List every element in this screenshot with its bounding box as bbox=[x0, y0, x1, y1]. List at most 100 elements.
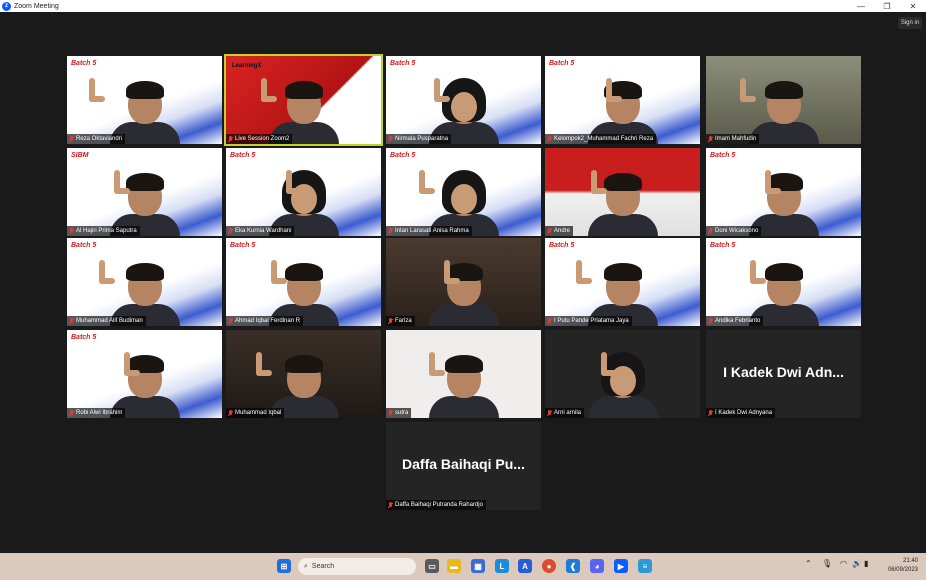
maximize-button[interactable]: ❐ bbox=[874, 0, 900, 12]
participant-name-bar: Imam Mahfudin bbox=[706, 134, 760, 144]
participant-tile[interactable]: I Kadek Dwi Adn... I Kadek Dwi Adnyana bbox=[706, 330, 861, 418]
background-label: Batch 5 bbox=[549, 242, 575, 249]
mic-muted-icon bbox=[547, 136, 552, 142]
participant-tile[interactable]: Muhammad Iqbal bbox=[226, 330, 381, 418]
participant-name-bar: I Kadek Dwi Adnyana bbox=[706, 408, 776, 418]
minimize-button[interactable]: — bbox=[848, 0, 874, 12]
app-l-icon[interactable]: L bbox=[495, 559, 509, 573]
participant-video bbox=[587, 352, 658, 418]
clock-time: 21:40 bbox=[902, 558, 918, 564]
background-label: Batch 5 bbox=[710, 242, 736, 249]
participant-name-bar: Nirmala Pusparatna bbox=[386, 134, 452, 144]
hand-gesture bbox=[444, 260, 460, 284]
participant-tile[interactable]: Batch 5 Eka Kurnia Wardhani bbox=[226, 148, 381, 236]
participant-tile[interactable]: Batch 5 Andika Febrianto bbox=[706, 238, 861, 326]
mic-muted-icon bbox=[708, 136, 713, 142]
participant-tile[interactable]: Batch 5 I Putu Pande Prlatama Jaya bbox=[545, 238, 700, 326]
participant-name: Eka Kurnia Wardhani bbox=[235, 228, 292, 234]
hand-gesture bbox=[434, 78, 450, 102]
participant-tile[interactable]: sutra bbox=[386, 330, 541, 418]
participant-tile[interactable]: Batch 5 Ahmad Iqbal Ferdinan R bbox=[226, 238, 381, 326]
battery-icon[interactable]: ▮ bbox=[864, 559, 868, 568]
hand-gesture bbox=[576, 260, 592, 284]
background-label: Batch 5 bbox=[390, 152, 416, 159]
hand-gesture bbox=[591, 170, 607, 194]
participant-tile[interactable]: Daffa Baihaqi Pu... Daffa Baihaqi Putrand… bbox=[386, 422, 541, 510]
mic-muted-icon bbox=[69, 136, 74, 142]
mic-muted-icon bbox=[228, 228, 233, 234]
search-icon: ⌕ bbox=[304, 562, 308, 570]
participant-name: Ahmad Iqbal Ferdinan R bbox=[235, 318, 301, 324]
mic-muted-icon bbox=[708, 410, 713, 416]
participant-tile[interactable]: Batch 5 Doni Wicaksono bbox=[706, 148, 861, 236]
participant-tile[interactable]: Batch 5 Muhammad Alif Budiman bbox=[67, 238, 222, 326]
participant-name: I Kadek Dwi Adnyana bbox=[715, 410, 773, 416]
zoom-taskbar-icon[interactable]: ▶ bbox=[614, 559, 628, 573]
discord-icon[interactable]: ◕ bbox=[590, 559, 604, 573]
participant-tile[interactable]: SIBM Al Hajiri Prima Saputra bbox=[67, 148, 222, 236]
participant-name-bar: Kelompok2_Muhammad Fachri Reza bbox=[545, 134, 657, 144]
participant-name: Reza Oktaviandri bbox=[76, 136, 123, 142]
zoom-logo-icon: z bbox=[2, 1, 11, 11]
file-explorer-icon[interactable]: ▬ bbox=[447, 559, 461, 573]
background-label: Batch 5 bbox=[71, 242, 97, 249]
participant-tile[interactable]: Batch 5 Kelompok2_Muhammad Fachri Reza bbox=[545, 56, 700, 144]
hand-gesture bbox=[89, 78, 105, 102]
participant-name-bar: Al Hajiri Prima Saputra bbox=[67, 226, 140, 236]
background-label: Batch 5 bbox=[549, 60, 575, 67]
notepad-icon[interactable]: ≡ bbox=[638, 559, 652, 573]
taskbar: ⊞ ⌕ Search ▭ ▬ ▦ L A ● ❰ ◕ ▶ ≡ ⌃ 🎙 ◠ 🔊 ▮… bbox=[0, 553, 926, 580]
microphone-tray-icon[interactable]: 🎙 bbox=[822, 559, 832, 568]
hand-gesture bbox=[765, 170, 781, 194]
participant-name: Imam Mahfudin bbox=[715, 136, 757, 142]
mic-muted-icon bbox=[228, 136, 233, 142]
participant-name-bar: Muhammad Iqbal bbox=[226, 408, 285, 418]
sign-in-button[interactable]: Sign in bbox=[898, 17, 922, 29]
window-title: Zoom Meeting bbox=[14, 2, 59, 10]
participant-tile[interactable]: LearningX Live Session Zoom2 bbox=[224, 54, 383, 146]
participant-name: Nirmala Pusparatna bbox=[395, 136, 449, 142]
app-a-icon[interactable]: A bbox=[518, 559, 532, 573]
mic-muted-icon bbox=[708, 228, 713, 234]
hand-gesture bbox=[750, 260, 766, 284]
chrome-icon[interactable]: ● bbox=[542, 559, 556, 573]
participant-video bbox=[428, 355, 499, 418]
participant-tile[interactable]: Batch 5 Reza Oktaviandri bbox=[67, 56, 222, 144]
title-bar: z Zoom Meeting — ❐ ✕ bbox=[0, 0, 926, 12]
start-icon[interactable]: ⊞ bbox=[277, 559, 291, 573]
mic-muted-icon bbox=[388, 502, 393, 508]
window-controls: — ❐ ✕ bbox=[848, 0, 926, 12]
clock[interactable]: 21:40 06/09/2023 bbox=[888, 557, 918, 575]
mic-muted-icon bbox=[547, 228, 552, 234]
mic-muted-icon bbox=[708, 318, 713, 324]
participant-tile[interactable]: Batch 5 Robi Alwi Ibrahim bbox=[67, 330, 222, 418]
vscode-icon[interactable]: ❰ bbox=[566, 559, 580, 573]
participant-tile[interactable]: Arni arnila bbox=[545, 330, 700, 418]
mic-muted-icon bbox=[388, 318, 393, 324]
hand-gesture bbox=[256, 352, 272, 376]
participant-tile[interactable]: Andre bbox=[545, 148, 700, 236]
participant-display-name: Daffa Baihaqi Pu... bbox=[402, 456, 525, 472]
hand-gesture bbox=[429, 352, 445, 376]
participant-name-bar: Eka Kurnia Wardhani bbox=[226, 226, 295, 236]
participant-name: Fariza bbox=[395, 318, 412, 324]
participant-tile[interactable]: Fariza bbox=[386, 238, 541, 326]
store-icon[interactable]: ▦ bbox=[471, 559, 485, 573]
background-label: LearningX bbox=[232, 63, 262, 69]
participant-name-bar: Reza Oktaviandri bbox=[67, 134, 126, 144]
hand-gesture bbox=[286, 170, 302, 194]
volume-icon[interactable]: 🔊 bbox=[852, 559, 862, 568]
wifi-icon[interactable]: ◠ bbox=[840, 559, 847, 568]
participant-name: Doni Wicaksono bbox=[715, 228, 759, 234]
hand-gesture bbox=[601, 352, 617, 376]
chevron-up-icon[interactable]: ⌃ bbox=[805, 559, 812, 568]
task-view-icon[interactable]: ▭ bbox=[425, 559, 439, 573]
mic-muted-icon bbox=[228, 318, 233, 324]
hand-gesture bbox=[740, 78, 756, 102]
taskbar-search[interactable]: ⌕ Search bbox=[298, 558, 416, 575]
participant-tile[interactable]: Batch 5 Intan Larasati Anisa Rahma bbox=[386, 148, 541, 236]
participant-tile[interactable]: Batch 5 Nirmala Pusparatna bbox=[386, 56, 541, 144]
close-button[interactable]: ✕ bbox=[900, 0, 926, 12]
hand-gesture bbox=[271, 260, 287, 284]
participant-tile[interactable]: Imam Mahfudin bbox=[706, 56, 861, 144]
